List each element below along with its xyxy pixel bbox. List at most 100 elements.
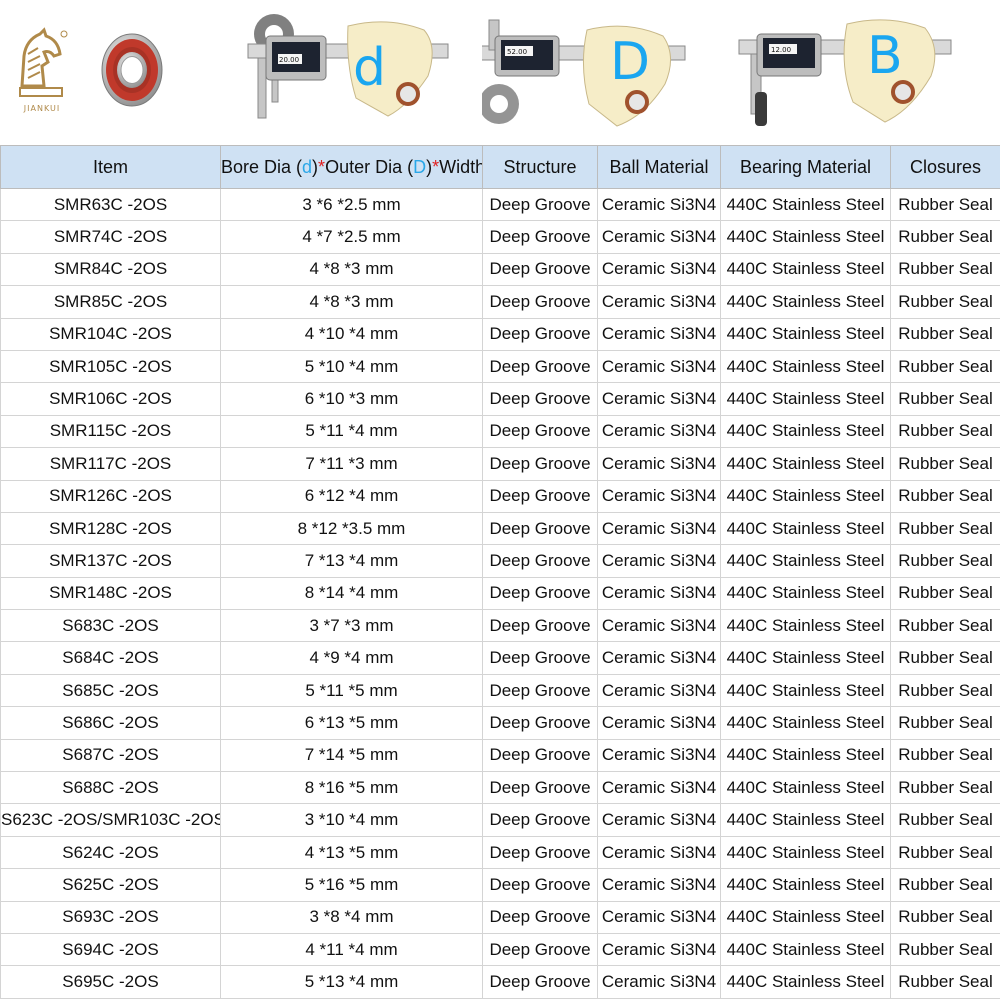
column-header-bearing-material: Bearing Material [720,145,891,189]
cell-bearing-material: 440C Stainless Steel [720,803,891,837]
cell-size: 4 *9 *4 mm [220,641,483,675]
cell-bearing-material: 440C Stainless Steel [720,252,891,287]
cell-structure: Deep Groove [482,803,598,837]
cell-structure: Deep Groove [482,641,598,675]
cell-structure: Deep Groove [482,414,598,449]
table-row: SMR128C -2OS 8 *12 *3.5 mm Deep Groove Cera… [0,511,1000,546]
cell-closure: Rubber Seal [890,641,1000,675]
table-row: SMR106C -2OS 6 *10 *3 mm Deep Groove Cerami… [0,382,1000,416]
outer-dimension-letter: D [610,32,651,92]
cell-ball-material: Ceramic Si3N4 [597,447,721,481]
cell-size: 4 *8 *3 mm [220,252,483,287]
cell-item: S693C -2OS [0,900,221,934]
cell-structure: Deep Groove [482,868,598,902]
table-row: SMR63C -2OS 3 *6 *2.5 mm Deep Groove Cerami… [0,187,1000,222]
cell-closure: Rubber Seal [890,447,1000,481]
cell-structure: Deep Groove [482,187,598,222]
caliper-reading: 12.00 [771,46,791,54]
column-header-structure: Structure [482,145,598,189]
cell-ball-material: Ceramic Si3N4 [597,187,721,222]
cell-bearing-material: 440C Stainless Steel [720,771,891,805]
cell-structure: Deep Groove [482,771,598,805]
cell-ball-material: Ceramic Si3N4 [597,317,721,351]
cell-item: SMR84C -2OS [0,252,221,287]
table-row: SMR137C -2OS 7 *13 *4 mm Deep Groove Cerami… [0,544,1000,578]
cell-structure: Deep Groove [482,317,598,351]
cell-closure: Rubber Seal [890,544,1000,578]
cell-structure: Deep Groove [482,349,598,384]
cell-structure: Deep Groove [482,965,598,999]
cell-closure: Rubber Seal [890,868,1000,902]
cell-size: 3 *7 *3 mm [220,609,483,643]
cell-ball-material: Ceramic Si3N4 [597,932,721,967]
cell-closure: Rubber Seal [890,479,1000,513]
cell-bearing-material: 440C Stainless Steel [720,706,891,740]
cell-ball-material: Ceramic Si3N4 [597,868,721,902]
cell-item: S686C -2OS [0,706,221,740]
cell-item: SMR74C -2OS [0,220,221,254]
cell-bearing-material: 440C Stainless Steel [720,382,891,416]
cell-size: 4 *8 *3 mm [220,285,483,319]
cell-size: 5 *10 *4 mm [220,349,483,384]
cell-size: 6 *10 *3 mm [220,382,483,416]
bearing-spec-table: Item Bore Dia (d)*Outer Dia (D)*Width (B… [0,145,1000,999]
cell-closure: Rubber Seal [890,673,1000,708]
table-row: S695C -2OS 5 *13 *4 mm Deep Groove Ceramic … [0,965,1000,999]
image-header-strip: JIANKUI 20.00 d 52.00 D 12.00 B [0,0,1000,145]
cell-ball-material: Ceramic Si3N4 [597,706,721,740]
table-row: SMR115C -2OS 5 *11 *4 mm Deep Groove Cerami… [0,414,1000,449]
cell-item: SMR85C -2OS [0,285,221,319]
cell-size: 6 *13 *5 mm [220,706,483,740]
cell-ball-material: Ceramic Si3N4 [597,835,721,870]
cell-bearing-material: 440C Stainless Steel [720,609,891,643]
caliper-reading: 20.00 [279,56,299,64]
cell-bearing-material: 440C Stainless Steel [720,673,891,708]
table-row: S686C -2OS 6 *13 *5 mm Deep Groove Ceramic … [0,706,1000,740]
cell-bearing-material: 440C Stainless Steel [720,317,891,351]
table-row: S694C -2OS 4 *11 *4 mm Deep Groove Ceramic … [0,932,1000,967]
cell-size: 3 *10 *4 mm [220,803,483,837]
cell-ball-material: Ceramic Si3N4 [597,609,721,643]
cell-size: 5 *11 *5 mm [220,673,483,708]
caliper-icon: 12.00 [738,19,952,126]
cell-closure: Rubber Seal [890,835,1000,870]
cell-closure: Rubber Seal [890,932,1000,967]
cell-size: 4 *7 *2.5 mm [220,220,483,254]
table-row: SMR74C -2OS 4 *7 *2.5 mm Deep Groove Cerami… [0,220,1000,254]
cell-closure: Rubber Seal [890,349,1000,384]
cell-structure: Deep Groove [482,835,598,870]
cell-ball-material: Ceramic Si3N4 [597,252,721,287]
caliper-reading: 52.00 [507,48,527,56]
cell-ball-material: Ceramic Si3N4 [597,803,721,837]
cell-bearing-material: 440C Stainless Steel [720,900,891,934]
cell-bearing-material: 440C Stainless Steel [720,932,891,967]
cell-ball-material: Ceramic Si3N4 [597,544,721,578]
cell-ball-material: Ceramic Si3N4 [597,349,721,384]
table-row: S687C -2OS 7 *14 *5 mm Deep Groove Ceramic … [0,738,1000,773]
cell-structure: Deep Groove [482,900,598,934]
table-row: S684C -2OS 4 *9 *4 mm Deep Groove Ceramic S… [0,641,1000,675]
table-row: SMR84C -2OS 4 *8 *3 mm Deep Groove Ceramic … [0,252,1000,287]
cell-closure: Rubber Seal [890,706,1000,740]
table-row: SMR105C -2OS 5 *10 *4 mm Deep Groove Cerami… [0,349,1000,384]
table-row: SMR117C -2OS 7 *11 *3 mm Deep Groove Cerami… [0,447,1000,481]
cell-size: 3 *8 *4 mm [220,900,483,934]
cell-ball-material: Ceramic Si3N4 [597,738,721,773]
cell-item: S625C -2OS [0,868,221,902]
cell-structure: Deep Groove [482,544,598,578]
cell-bearing-material: 440C Stainless Steel [720,187,891,222]
table-row: S693C -2OS 3 *8 *4 mm Deep Groove Ceramic S… [0,900,1000,934]
table-row: SMR104C -2OS 4 *10 *4 mm Deep Groove Cerami… [0,317,1000,351]
cell-bearing-material: 440C Stainless Steel [720,965,891,999]
cell-size: 7 *13 *4 mm [220,544,483,578]
cell-bearing-material: 440C Stainless Steel [720,511,891,546]
cell-closure: Rubber Seal [890,414,1000,449]
cell-structure: Deep Groove [482,285,598,319]
cell-bearing-material: 440C Stainless Steel [720,220,891,254]
cell-structure: Deep Groove [482,609,598,643]
cell-ball-material: Ceramic Si3N4 [597,511,721,546]
cell-closure: Rubber Seal [890,576,1000,611]
cell-closure: Rubber Seal [890,382,1000,416]
table-row: S624C -2OS 4 *13 *5 mm Deep Groove Ceramic … [0,835,1000,870]
cell-structure: Deep Groove [482,932,598,967]
